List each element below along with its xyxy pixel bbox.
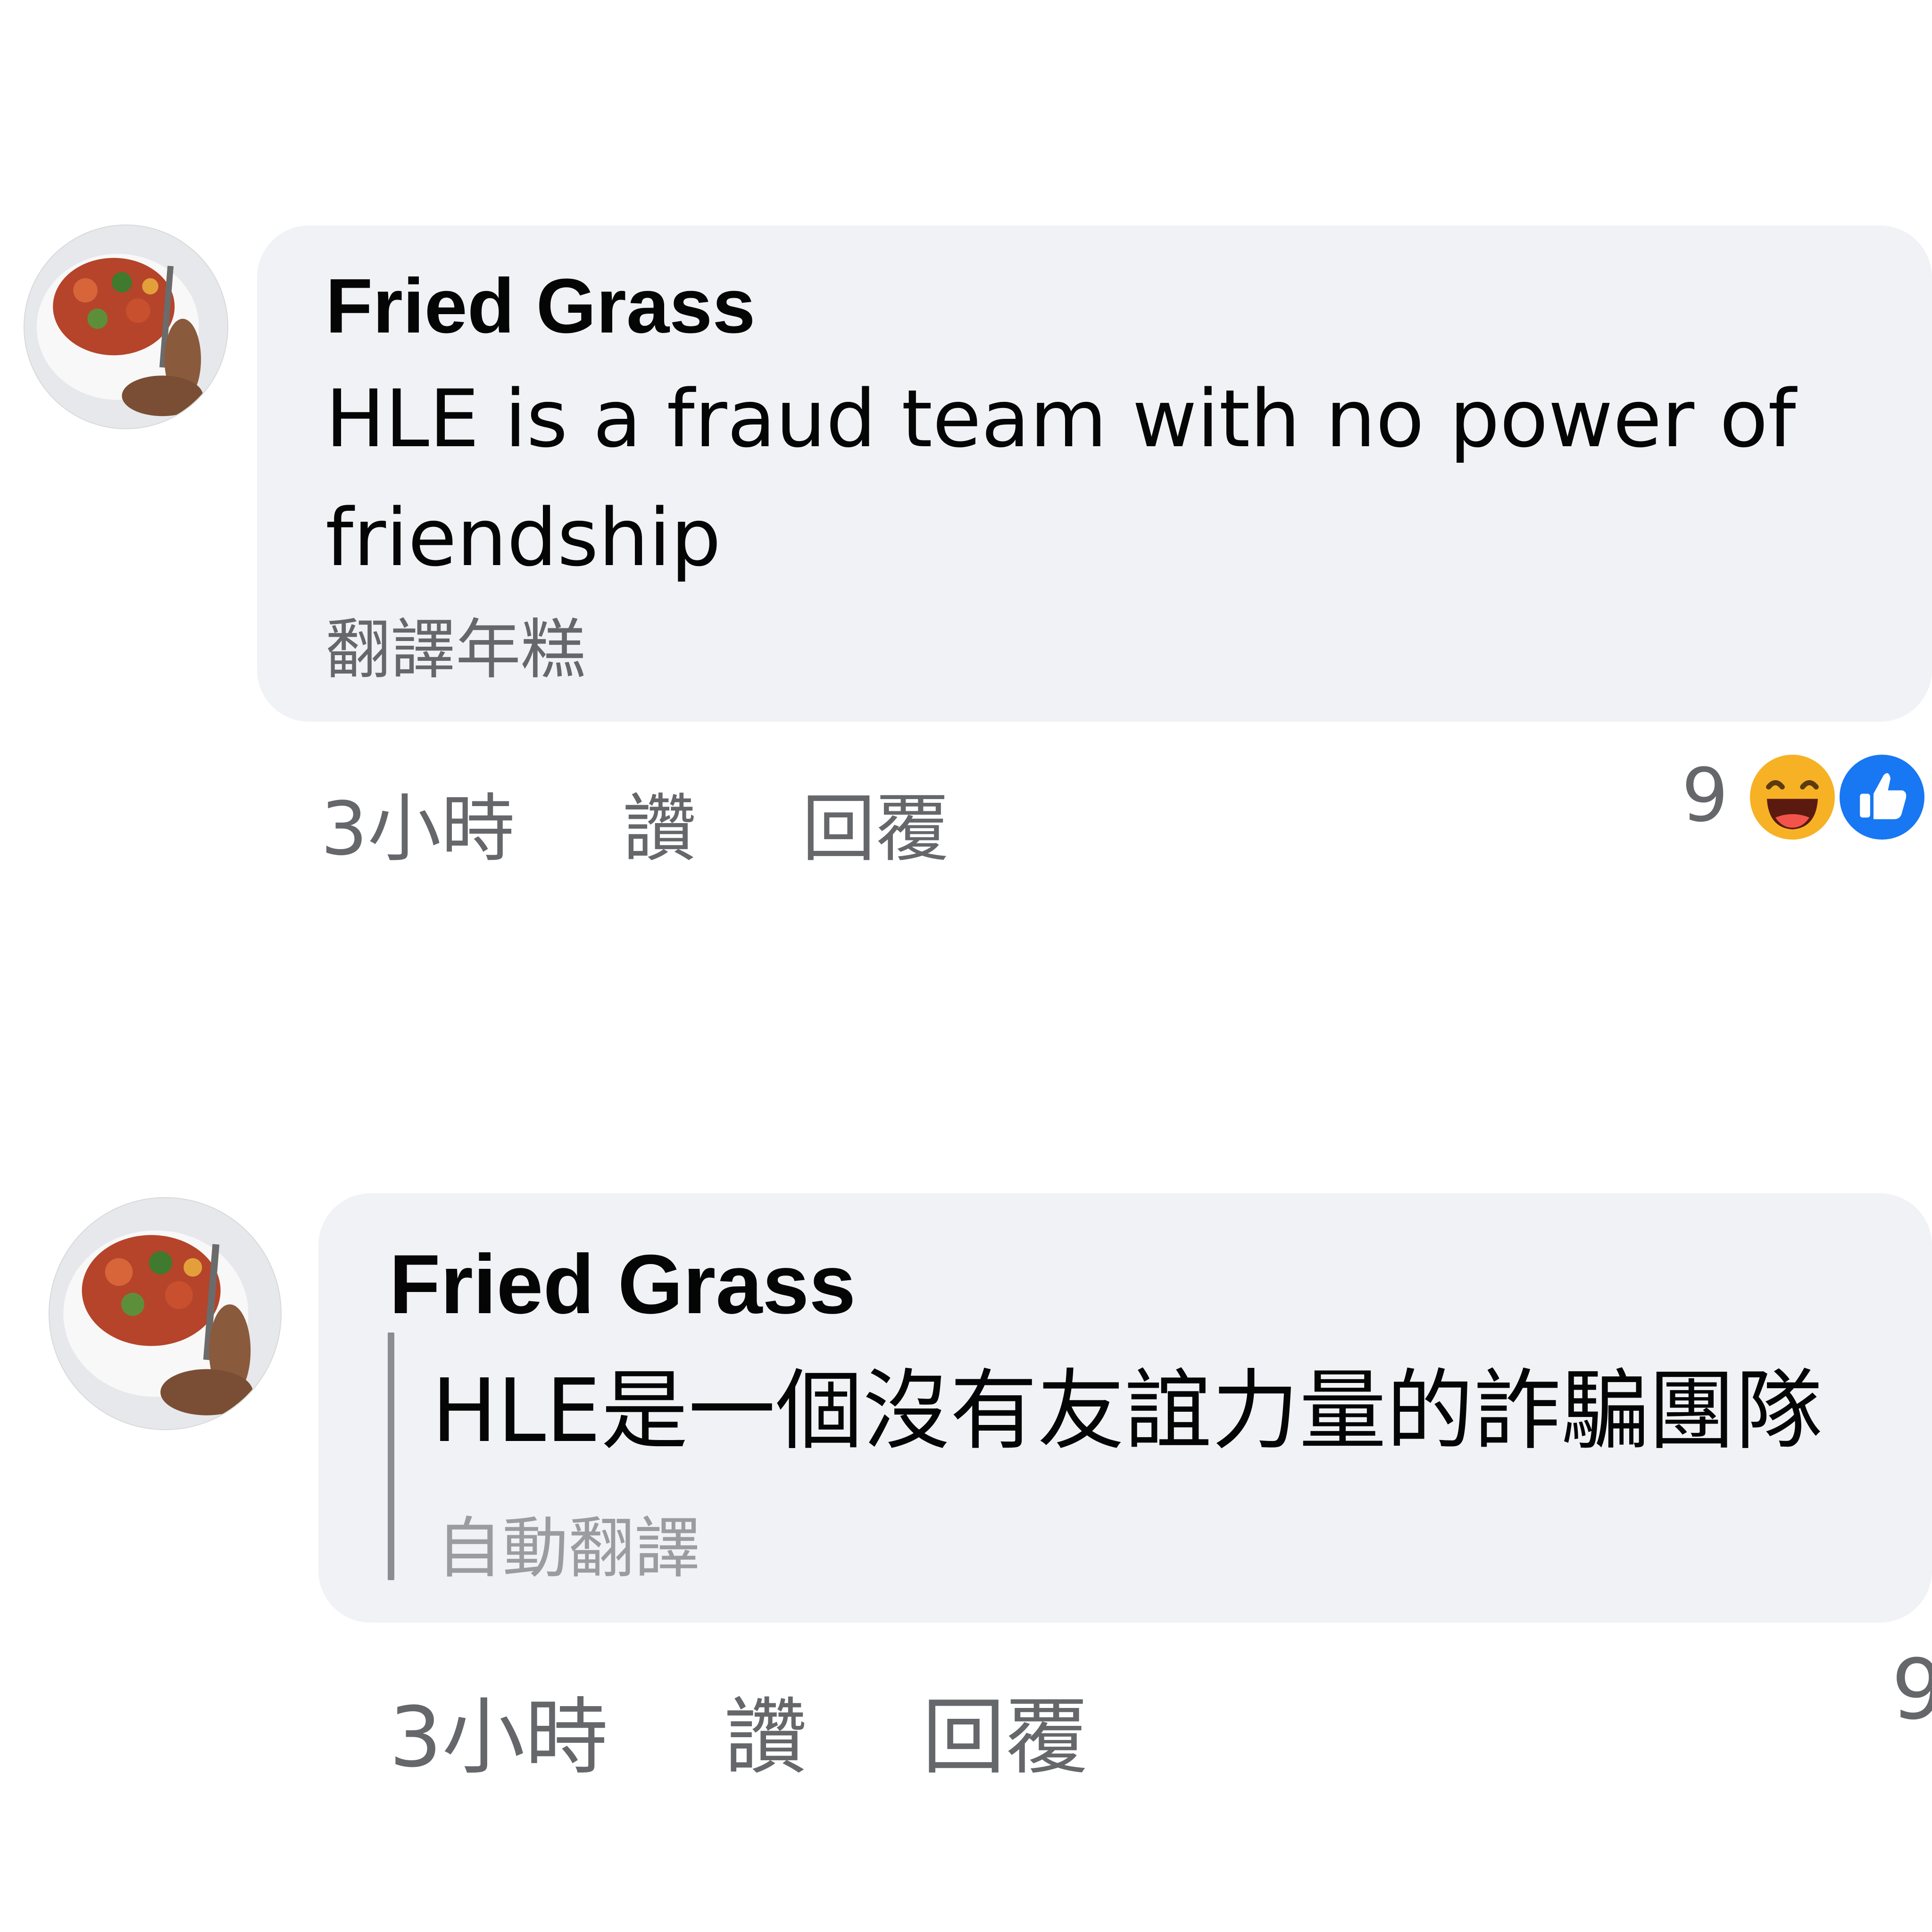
comment-author[interactable]: Fried Grass	[325, 262, 756, 350]
reaction-count[interactable]: 9	[1891, 1641, 1932, 1738]
translation-quote-bar	[388, 1332, 394, 1580]
reply-button[interactable]: 回覆	[922, 1670, 1088, 1790]
timestamp[interactable]: 3小時	[321, 769, 515, 875]
avatar[interactable]	[25, 225, 227, 428]
auto-translation-label[interactable]: 自動翻譯	[436, 1495, 700, 1591]
see-translation-link[interactable]: 翻譯年糕	[325, 597, 586, 691]
reaction-count[interactable]: 9	[1682, 752, 1728, 838]
reply-button[interactable]: 回覆	[802, 769, 949, 875]
haha-icon	[1750, 755, 1835, 840]
comment-text: HLE是一個沒有友誼力量的詐騙團隊	[432, 1360, 1823, 1462]
like-button[interactable]: 讚	[623, 769, 696, 875]
timestamp[interactable]: 3小時	[389, 1670, 608, 1790]
food-plate-avatar-icon	[50, 1198, 281, 1429]
comment-author[interactable]: Fried Grass	[389, 1236, 856, 1332]
avatar[interactable]	[50, 1198, 281, 1429]
comment-text: HLE is a fraud team with no power of fri…	[325, 373, 1796, 584]
comment-thread: Fried Grass HLE is a fraud team with no …	[0, 0, 1932, 1932]
like-button[interactable]: 讚	[724, 1670, 807, 1790]
food-plate-avatar-icon	[25, 225, 227, 428]
like-icon	[1840, 755, 1924, 840]
